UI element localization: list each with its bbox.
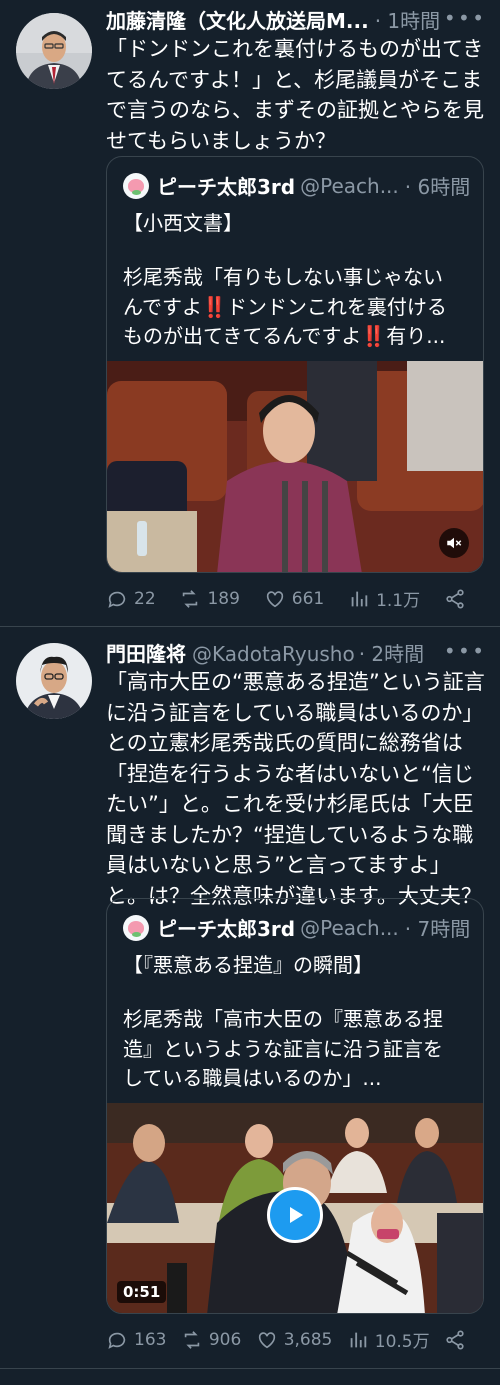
retweet-icon (184, 1330, 200, 1349)
quoted-title: 【小西文書】 (123, 211, 243, 235)
views-icon (350, 1332, 366, 1347)
share-button[interactable] (444, 588, 466, 610)
tweet-2[interactable]: 門田隆将 @KadotaRyusho · 2時間 • • • 「高市大臣の“悪意… (0, 627, 500, 1367)
tweet-text: 「ドンドンこれを裏付けるものが出てき てるんですよ！」と、杉尾議員がそこま で言… (106, 37, 484, 153)
timestamp[interactable]: · 1時間 (375, 8, 440, 34)
like-button[interactable]: 661 (264, 588, 324, 610)
retweet-count: 189 (207, 588, 240, 609)
quoted-body: 杉尾秀哉「有りもしない事じゃない んですよ‼️ドンドンこれを裏付ける ものが出て… (123, 265, 447, 348)
more-options-icon[interactable]: • • • (444, 6, 484, 30)
share-button[interactable] (444, 1329, 466, 1351)
share-icon (446, 588, 464, 609)
tweet-actions: 22 189 661 1.1万 (106, 586, 466, 611)
quoted-body: 杉尾秀哉「高市大臣の『悪意ある捏 造』というような証言に沿う証言を している職員… (123, 1007, 443, 1090)
reply-button[interactable]: 163 (106, 1329, 166, 1351)
reply-count: 22 (134, 588, 156, 609)
author-handle[interactable]: @KadotaRyusho (192, 641, 355, 667)
quoted-tweet-header: ピーチ太郎3rd @Peach... · 7時間 (123, 913, 471, 942)
peach-avatar-icon (123, 172, 149, 199)
tweet-header: 加藤清隆（文化人放送局M... · 1時間 (106, 8, 484, 34)
video-duration: 0:51 (117, 1281, 167, 1303)
quoted-author-name: ピーチ太郎3rd (157, 917, 296, 941)
quoted-tweet[interactable]: ピーチ太郎3rd @Peach... · 7時間 【『悪意ある捏造』の瞬間】 杉… (106, 898, 484, 1314)
retweet-icon (183, 589, 198, 608)
quoted-tweet[interactable]: ピーチ太郎3rd @Peach... · 6時間 【小西文書】 杉尾秀哉「有りも… (106, 156, 484, 573)
quoted-video[interactable] (107, 361, 483, 572)
reply-count: 163 (134, 1329, 167, 1350)
reply-icon (108, 591, 126, 608)
views-button[interactable]: 10.5万 (347, 1327, 430, 1352)
view-count: 1.1万 (376, 591, 421, 611)
reply-button[interactable]: 22 (106, 588, 156, 610)
quoted-title: 【『悪意ある捏造』の瞬間】 (123, 953, 373, 977)
retweet-count: 906 (208, 1329, 242, 1350)
quoted-author-handle: @Peach... (300, 173, 399, 198)
quoted-video[interactable]: 0:51 (107, 1103, 483, 1313)
avatar[interactable] (16, 643, 92, 719)
share-icon (446, 1329, 464, 1350)
more-options-icon[interactable]: • • • (444, 639, 484, 663)
quoted-timestamp: · 7時間 (404, 917, 471, 941)
quoted-tweet-header: ピーチ太郎3rd @Peach... · 6時間 (123, 171, 471, 200)
retweet-button[interactable]: 189 (179, 588, 240, 610)
tweet-header: 門田隆将 @KadotaRyusho · 2時間 (106, 641, 484, 667)
author-name[interactable]: 加藤清隆（文化人放送局M... (106, 8, 369, 34)
tweet-1[interactable]: 加藤清隆（文化人放送局M... · 1時間 • • • 「ドンドンこれを裏付ける… (0, 0, 500, 626)
peach-avatar-icon (123, 914, 149, 941)
tweet-actions: 163 906 3,685 10.5万 (106, 1327, 466, 1352)
view-count: 10.5万 (374, 1332, 430, 1352)
tweet-text: 「高市大臣の“悪意ある捏造”という証言 に沿う証言をしている職員はいるのか」 と… (106, 670, 485, 908)
quoted-timestamp: · 6時間 (404, 175, 471, 199)
views-icon (351, 591, 368, 606)
like-button[interactable]: 3,685 (256, 1329, 333, 1351)
author-name[interactable]: 門田隆将 (106, 641, 186, 667)
heart-icon (266, 590, 283, 607)
avatar[interactable] (16, 13, 92, 89)
play-icon (290, 1207, 303, 1223)
like-count: 661 (291, 588, 325, 609)
divider (0, 1368, 500, 1369)
reply-icon (108, 1332, 126, 1349)
timestamp[interactable]: · 2時間 (359, 641, 424, 667)
mute-icon[interactable] (439, 528, 469, 558)
like-count: 3,685 (283, 1329, 333, 1350)
quoted-author-name: ピーチ太郎3rd (157, 175, 296, 199)
heart-icon (258, 1331, 275, 1348)
quoted-author-handle: @Peach... (300, 915, 399, 940)
retweet-button[interactable]: 906 (181, 1329, 241, 1351)
views-button[interactable]: 1.1万 (348, 586, 420, 611)
play-button[interactable] (267, 1187, 323, 1243)
